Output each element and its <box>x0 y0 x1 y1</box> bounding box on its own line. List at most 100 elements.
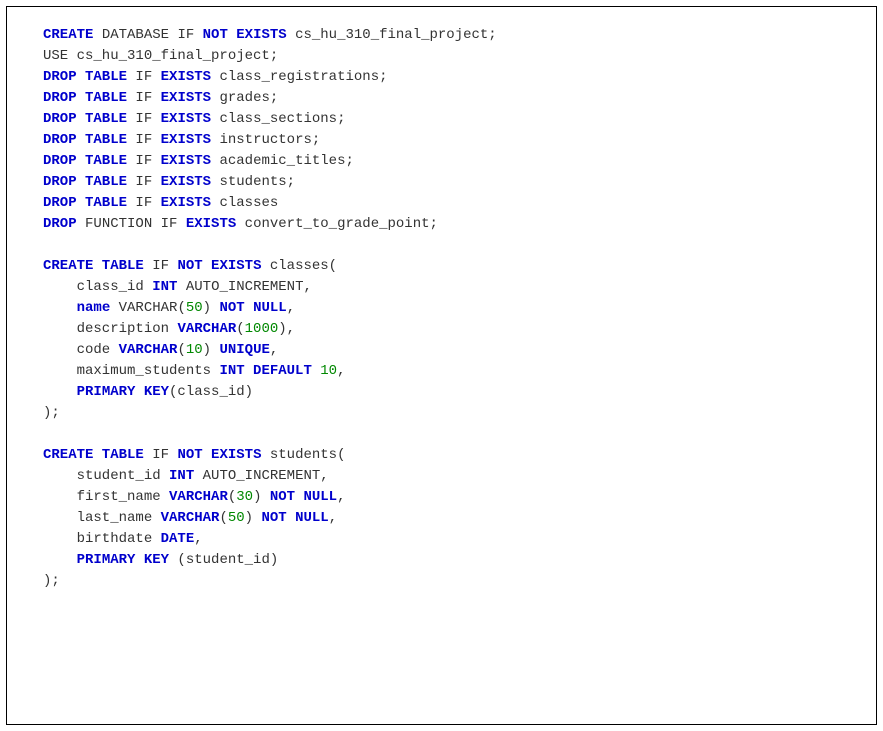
code-token: class_id <box>43 279 144 295</box>
code-token: DROP TABLE <box>43 111 127 127</box>
code-token: EXISTS <box>161 90 211 106</box>
code-token: 1000 <box>245 321 279 337</box>
code-token: CREATE <box>43 27 93 43</box>
code-token: ( <box>177 342 185 358</box>
code-token: ); <box>43 573 60 589</box>
code-token: (class_id) <box>169 384 253 400</box>
code-token: instructors; <box>219 132 320 148</box>
code-token: CREATE TABLE <box>43 258 144 274</box>
code-token: EXISTS <box>161 132 211 148</box>
code-token: DATE <box>161 531 195 547</box>
code-token: first_name <box>43 489 161 505</box>
code-token: , <box>270 342 278 358</box>
code-token: convert_to_grade_point; <box>245 216 438 232</box>
code-token: USE cs_hu_310_final_project; <box>43 48 278 64</box>
page-frame: CREATE DATABASE IF NOT EXISTS cs_hu_310_… <box>0 0 883 731</box>
code-token: cs_hu_310_final_project; <box>295 27 497 43</box>
code-token: 10 <box>320 363 337 379</box>
code-token: (student_id) <box>169 552 278 568</box>
code-token: DATABASE IF <box>102 27 194 43</box>
code-token: INT DEFAULT <box>219 363 311 379</box>
code-token: EXISTS <box>161 174 211 190</box>
code-token: last_name <box>43 510 152 526</box>
code-token: 30 <box>236 489 253 505</box>
code-token: ); <box>43 405 60 421</box>
code-token: IF <box>135 69 152 85</box>
code-token: NOT EXISTS <box>177 447 261 463</box>
code-token: maximum_students <box>43 363 211 379</box>
code-token: CREATE TABLE <box>43 447 144 463</box>
code-token: , <box>337 363 345 379</box>
code-token <box>43 552 77 568</box>
sql-code-block: CREATE DATABASE IF NOT EXISTS cs_hu_310_… <box>6 6 877 725</box>
code-token: 50 <box>228 510 245 526</box>
code-token: , <box>287 300 295 316</box>
code-token: DROP TABLE <box>43 174 127 190</box>
code-token: class_registrations; <box>219 69 387 85</box>
code-token: VARCHAR <box>119 300 178 316</box>
code-token: EXISTS <box>161 69 211 85</box>
code-token: 10 <box>186 342 203 358</box>
code-token: VARCHAR <box>161 510 220 526</box>
code-token: student_id <box>43 468 161 484</box>
code-token: DROP TABLE <box>43 153 127 169</box>
code-token: class_sections; <box>219 111 345 127</box>
code-token: code <box>43 342 110 358</box>
code-token: NOT NULL <box>270 489 337 505</box>
code-token: EXISTS <box>186 216 236 232</box>
code-token: ) <box>203 300 211 316</box>
code-token: IF <box>135 153 152 169</box>
code-token: INT <box>152 279 177 295</box>
code-token: EXISTS <box>161 195 211 211</box>
code-token: IF <box>135 111 152 127</box>
code-token: UNIQUE <box>219 342 269 358</box>
code-token: description <box>43 321 169 337</box>
code-token: ( <box>177 300 185 316</box>
code-token: PRIMARY KEY <box>77 552 169 568</box>
code-token: 50 <box>186 300 203 316</box>
code-token: NOT NULL <box>219 300 286 316</box>
code-token: students( <box>270 447 346 463</box>
code-token: IF <box>152 258 169 274</box>
code-token: DROP <box>43 216 77 232</box>
code-token: ( <box>236 321 244 337</box>
code-token: IF <box>135 90 152 106</box>
code-token: NOT NULL <box>261 510 328 526</box>
code-token: ) <box>203 342 211 358</box>
code-token <box>43 384 77 400</box>
code-token: ( <box>228 489 236 505</box>
code-token <box>43 300 77 316</box>
code-token: birthdate <box>43 531 152 547</box>
code-token: PRIMARY KEY <box>77 384 169 400</box>
code-token: NOT EXISTS <box>177 258 261 274</box>
code-token: academic_titles; <box>219 153 353 169</box>
code-token: DROP TABLE <box>43 90 127 106</box>
code-token: IF <box>152 447 169 463</box>
code-token: name <box>77 300 111 316</box>
code-token: INT <box>169 468 194 484</box>
code-token: NOT EXISTS <box>203 27 287 43</box>
code-token: AUTO_INCREMENT, <box>186 279 312 295</box>
code-token: , <box>337 489 345 505</box>
code-token: grades; <box>219 90 278 106</box>
code-token: FUNCTION IF <box>85 216 177 232</box>
code-token: DROP TABLE <box>43 195 127 211</box>
code-token: students; <box>219 174 295 190</box>
code-token: VARCHAR <box>177 321 236 337</box>
code-token: , <box>329 510 337 526</box>
code-token: classes <box>219 195 278 211</box>
code-token: ), <box>278 321 295 337</box>
code-token: ( <box>219 510 227 526</box>
code-token: VARCHAR <box>119 342 178 358</box>
code-token: EXISTS <box>161 111 211 127</box>
code-token: IF <box>135 174 152 190</box>
code-token: ) <box>245 510 253 526</box>
code-token: , <box>194 531 202 547</box>
code-token: AUTO_INCREMENT, <box>203 468 329 484</box>
code-token: DROP TABLE <box>43 132 127 148</box>
code-token: IF <box>135 132 152 148</box>
code-token: ) <box>253 489 261 505</box>
code-token: VARCHAR <box>169 489 228 505</box>
code-token: DROP TABLE <box>43 69 127 85</box>
code-token: EXISTS <box>161 153 211 169</box>
